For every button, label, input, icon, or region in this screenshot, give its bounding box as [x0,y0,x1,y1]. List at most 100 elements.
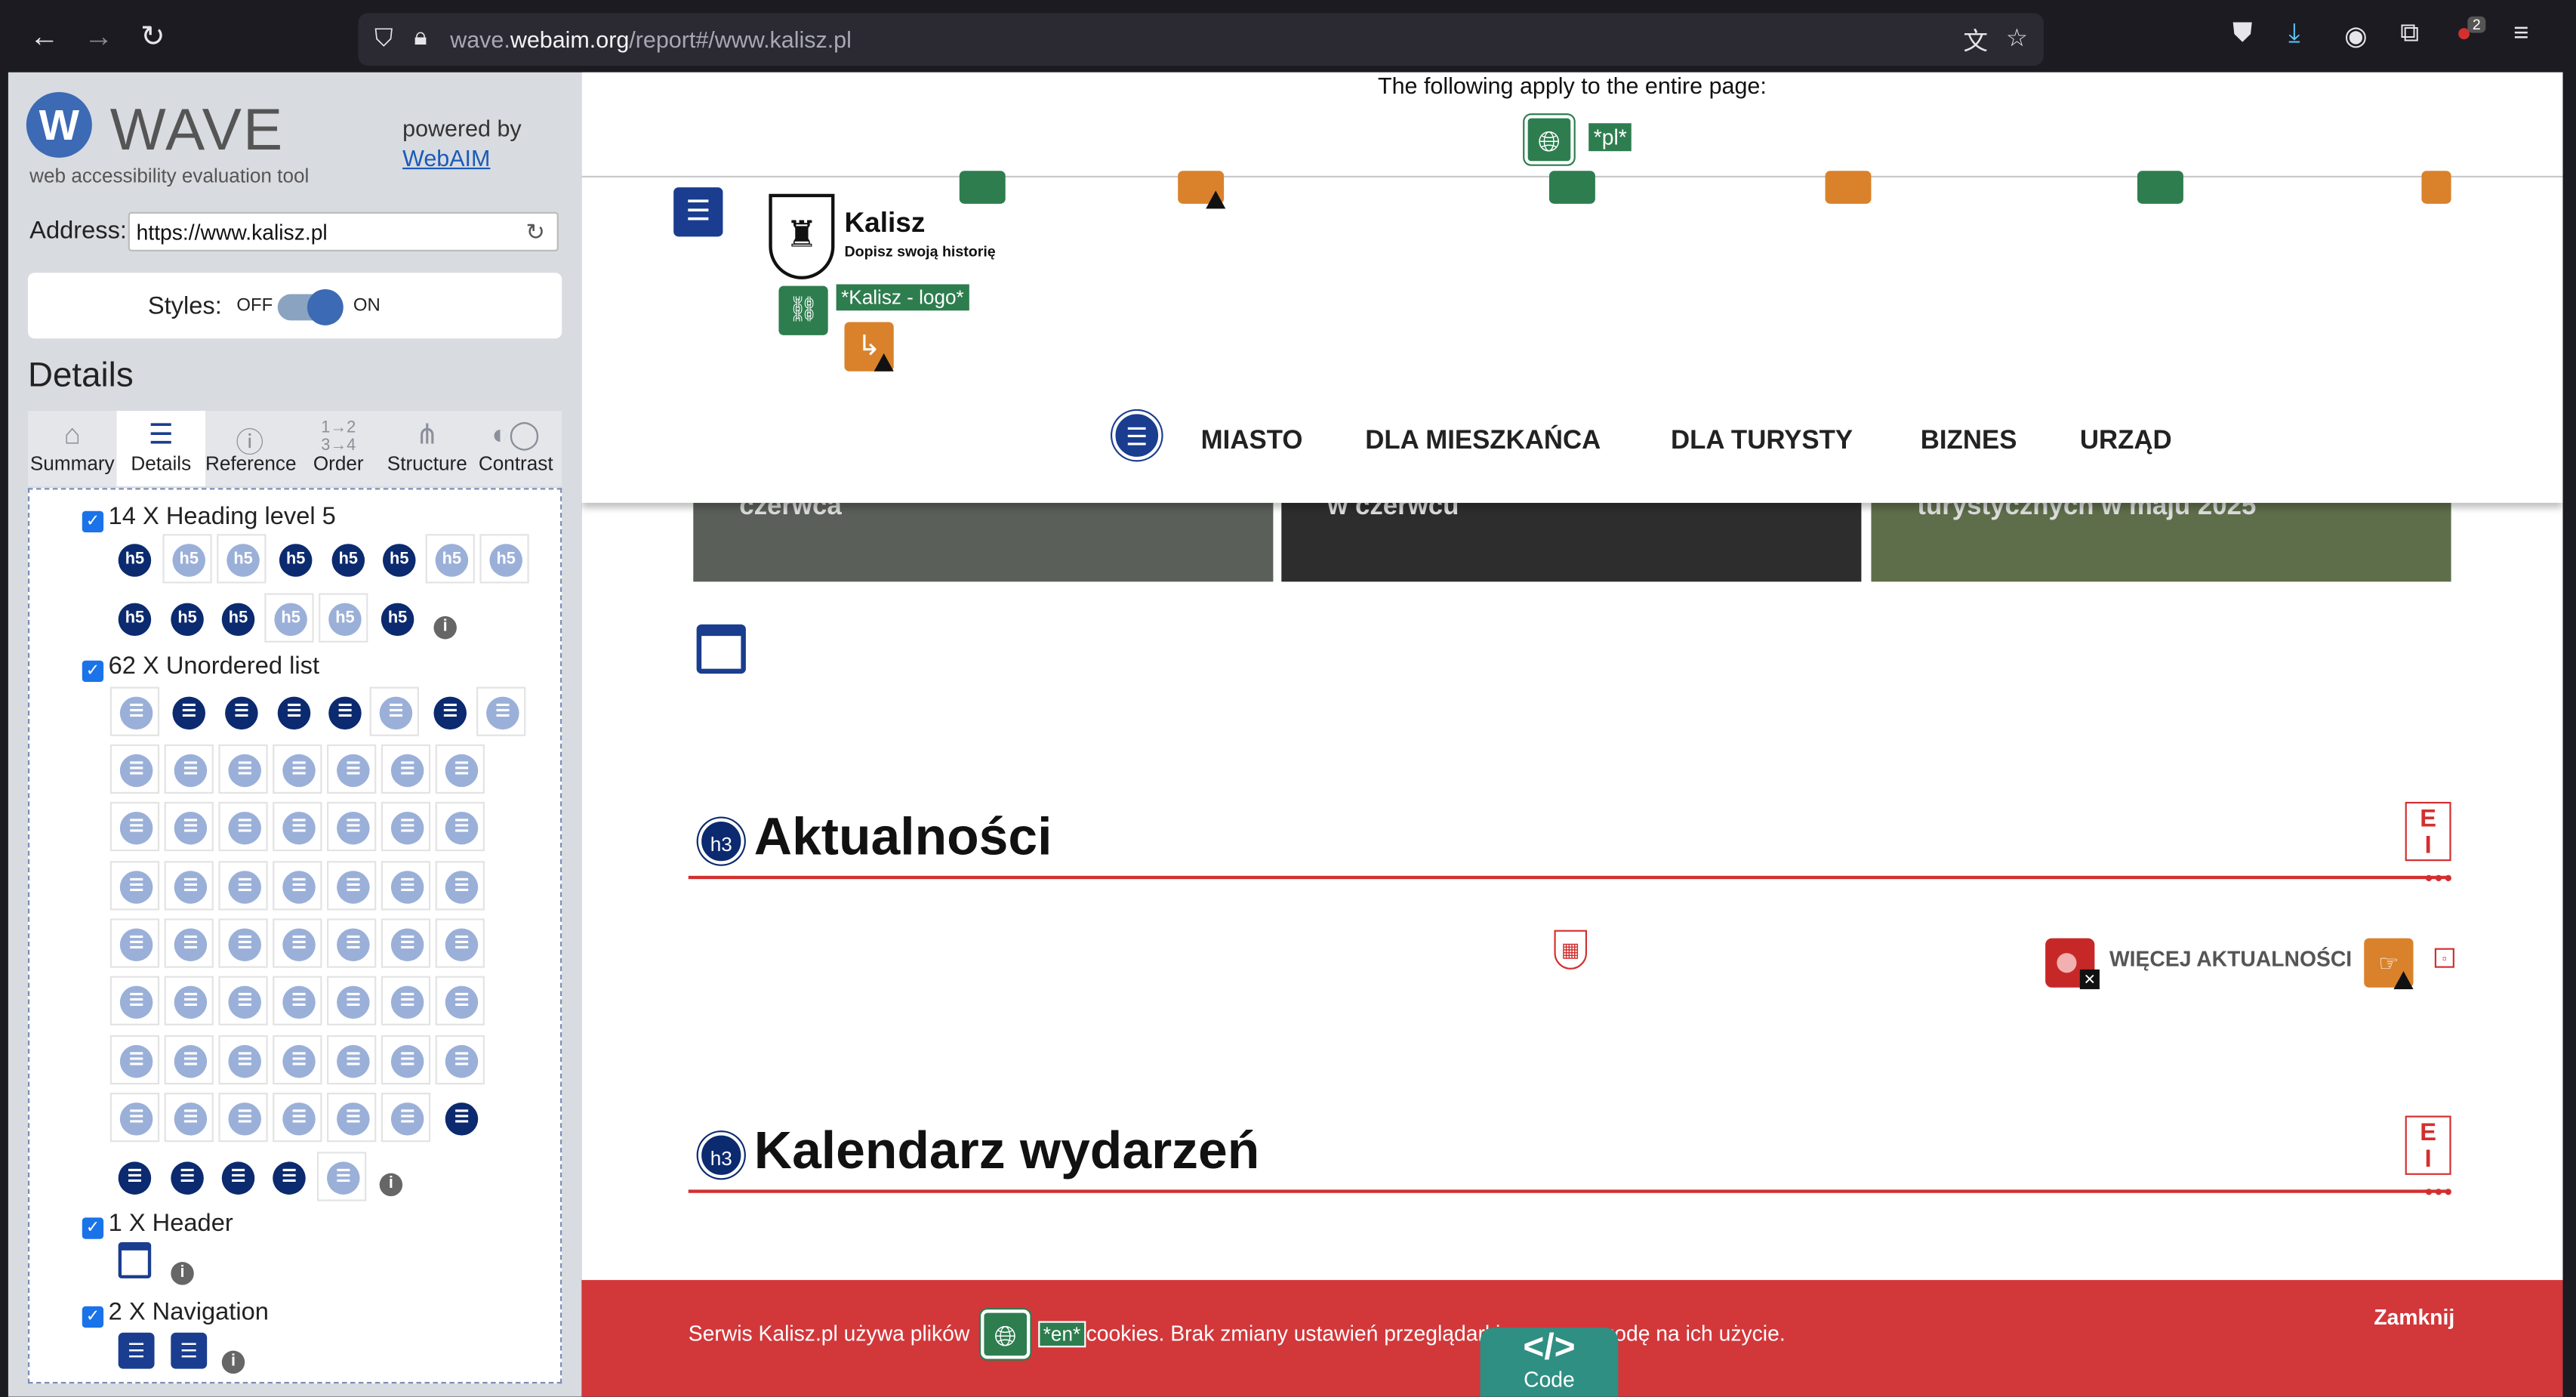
image-icon[interactable] [959,171,1006,204]
unordered-list-icon[interactable]: ☰ [263,1152,313,1201]
unordered-list-icon[interactable]: ☰ [164,1093,214,1143]
unordered-list-icon[interactable]: ☰ [218,744,268,794]
unordered-list-icon[interactable]: ☰ [267,686,317,736]
unordered-list-icon[interactable]: ☰ [211,1152,261,1201]
language-globe-icon[interactable]: 🌐︎ [981,1309,1031,1359]
kalisz-crest-icon[interactable]: ♜ [769,193,835,279]
downloads-icon[interactable]: ⤓ [2288,20,2300,49]
unordered-list-icon[interactable]: ☰ [435,918,485,968]
image-icon[interactable] [2137,171,2183,204]
navigation-icon[interactable]: ☰ [118,1332,155,1369]
unordered-list-icon[interactable]: ☰ [164,861,214,911]
checkbox-icon[interactable]: ✓ [82,510,104,533]
linked-image-icon[interactable]: ⛓ [778,285,828,335]
h5-icon[interactable]: h5 [161,593,211,643]
h5-icon[interactable]: h5 [162,534,212,584]
h5-icon[interactable]: h5 [425,534,475,584]
unordered-list-icon[interactable]: ☰ [162,686,212,736]
translate-icon[interactable]: 文 [1963,23,1988,57]
unordered-list-icon[interactable]: ☰ [164,976,214,1025]
checkbox-icon[interactable]: ✓ [82,660,104,683]
unordered-list-icon[interactable]: ☰ [218,918,268,968]
h5-icon[interactable]: h5 [211,593,261,643]
unordered-list-icon[interactable]: ☰ [273,1035,322,1085]
unordered-list-icon[interactable]: ☰ [435,744,485,794]
menu-biznes[interactable]: BIZNES [1921,427,2017,457]
unordered-list-icon[interactable]: ☰ [215,686,265,736]
unordered-list-icon[interactable]: ☰ [164,1035,214,1085]
unordered-list-icon[interactable]: ☰ [109,686,160,736]
info-icon[interactable]: i [433,616,457,640]
category-navigation[interactable]: ✓ 2 X Navigation [82,1298,269,1328]
unordered-list-icon[interactable]: ☰ [424,686,473,736]
extensions-icon[interactable]: ⧉ [2400,20,2419,49]
h5-icon[interactable]: h5 [108,593,158,643]
unordered-list-icon[interactable]: ☰ [327,861,377,911]
unordered-list-icon[interactable]: ☰ [218,1035,268,1085]
pocket-icon[interactable]: ⛊ [2232,20,2252,49]
checkbox-icon[interactable]: ✓ [82,1217,104,1239]
tab-details[interactable]: ☰ Details [116,411,205,487]
webaim-link[interactable]: WebAIM [402,144,522,171]
h5-icon[interactable]: h5 [479,534,529,584]
header-icon[interactable] [696,624,746,674]
category-unordered-list[interactable]: ✓ 62 X Unordered list [82,652,319,683]
unordered-list-icon[interactable]: ☰ [273,744,322,794]
h5-icon[interactable]: h5 [372,534,423,584]
unordered-list-icon[interactable]: ☰ [327,1093,377,1143]
styles-toggle[interactable] [277,288,344,325]
news-photo[interactable]: w czerwcu [1281,502,1862,582]
category-heading-level-5[interactable]: ✓ 14 X Heading level 5 [82,503,336,533]
tab-reference[interactable]: ⓘ Reference [205,411,296,486]
unordered-list-icon[interactable]: ☰ [273,1093,322,1143]
info-icon[interactable]: i [379,1173,403,1197]
unordered-list-icon[interactable]: ☰ [218,1093,268,1143]
cookie-close-button[interactable]: Zamknij [2374,1305,2454,1330]
unordered-list-icon[interactable]: ☰ [316,1152,367,1201]
unordered-list-icon[interactable]: ☰ [273,976,322,1025]
unordered-list-icon[interactable]: ☰ [164,744,214,794]
unordered-list-icon[interactable]: ☰ [369,686,419,736]
unordered-list-icon[interactable]: ☰ [273,918,322,968]
unordered-list-icon[interactable]: ☰ [164,918,214,968]
unordered-list-icon[interactable]: ☰ [381,1035,431,1085]
h3-icon[interactable]: h3 [698,818,744,865]
unordered-list-icon[interactable]: ☰ [381,861,431,911]
unordered-list-icon[interactable]: ☰ [381,801,431,852]
unordered-list-icon[interactable]: ☰ [327,1035,377,1085]
unordered-list-icon[interactable]: ☰ [218,976,268,1025]
h5-icon[interactable]: h5 [322,534,371,584]
h5-icon[interactable]: h5 [319,593,368,643]
info-icon[interactable]: i [221,1350,245,1374]
shield-icon[interactable]: ⛉ [374,25,393,53]
tab-contrast[interactable]: ◐◯ Contrast [472,411,561,486]
unordered-list-icon[interactable]: ☰ [327,801,377,852]
h5-icon[interactable]: h5 [371,593,421,643]
unordered-list-icon[interactable]: ☰ [381,918,431,968]
unordered-list-icon[interactable]: ☰ [327,976,377,1025]
unordered-list-icon[interactable]: ☰ [109,861,160,911]
unordered-list-icon[interactable]: ☰ [164,801,214,852]
unordered-list-icon[interactable]: ☰ [273,801,322,852]
unordered-list-icon[interactable]: ☰ [218,861,268,911]
checkbox-icon[interactable]: ✓ [82,1306,104,1328]
unordered-list-icon[interactable]: ☰ [218,801,268,852]
unordered-list-icon[interactable]: ☰ [381,1093,431,1143]
unordered-list-icon[interactable]: ☰ [435,801,485,852]
unordered-list-icon[interactable]: ☰ [435,976,485,1025]
h5-icon[interactable]: h5 [269,534,319,584]
address-input[interactable]: https://www.kalisz.pl [128,211,559,251]
h3-icon[interactable]: h3 [698,1132,744,1179]
h5-icon[interactable]: h5 [264,593,314,643]
back-icon[interactable]: ← [28,20,61,53]
unordered-list-icon[interactable]: ☰ [476,686,526,736]
address-reload-icon[interactable]: ↻ [525,218,545,246]
tab-order[interactable]: 1→2 3→4 Order [294,411,384,486]
scrollbar[interactable] [2562,72,2576,1397]
h5-icon[interactable]: h5 [108,534,158,584]
unordered-list-icon[interactable]: ☰ [109,744,160,794]
unordered-list-icon[interactable]: ☰ [109,976,160,1025]
menu-icon[interactable]: ≡ [2513,20,2528,49]
unordered-list-icon[interactable]: ☰ [109,918,160,968]
navigation-list-icon[interactable]: ☰ [1112,411,1162,461]
